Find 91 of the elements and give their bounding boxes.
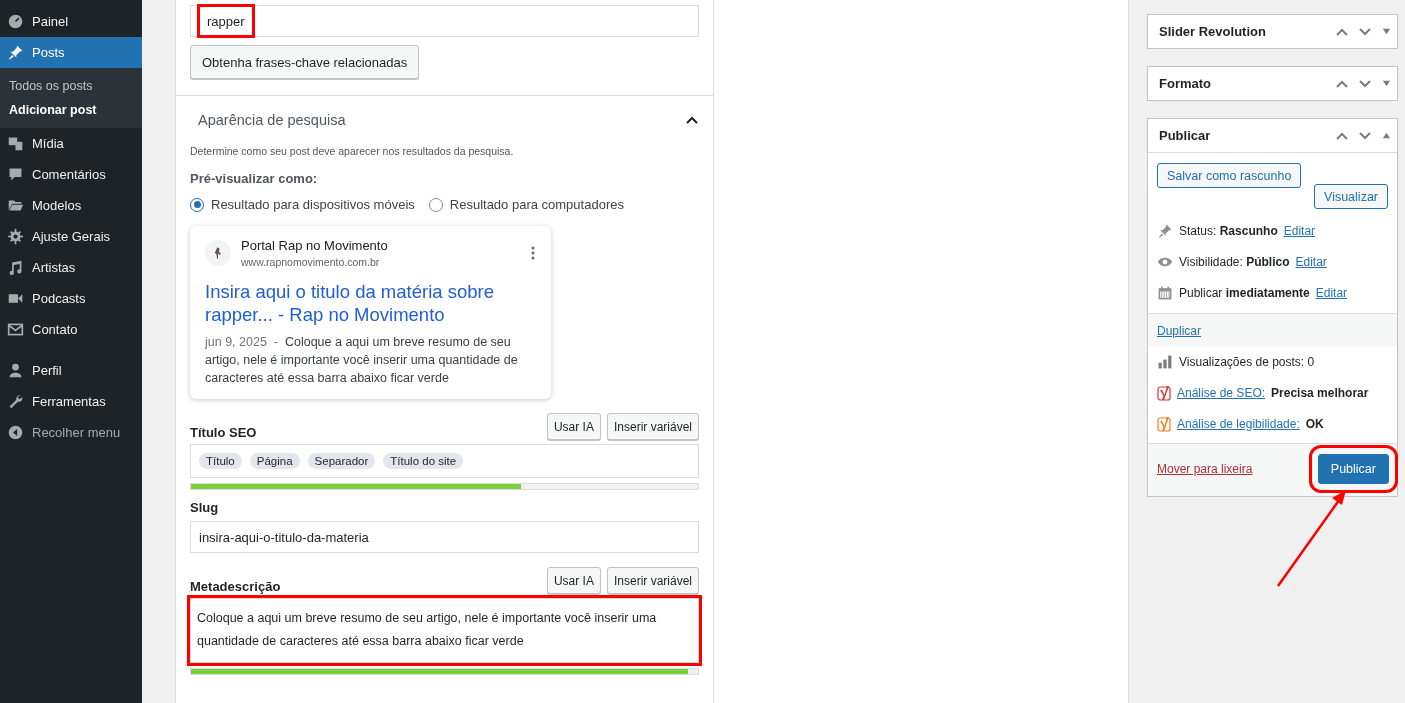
sidebar-menu-item[interactable]: Comentários (0, 159, 142, 190)
ai-button[interactable]: Usar IA (546, 413, 601, 440)
site-url: www.rapnomovimento.com.br (241, 256, 381, 268)
publish-meta-text: Visibilidade: Público (1179, 254, 1290, 269)
save-draft-button[interactable]: Salvar como rascunho (1157, 163, 1302, 188)
sidebar-menu-item[interactable]: Ajuste Gerais (0, 221, 142, 252)
menu-label: Artistas (32, 260, 76, 275)
bar-chart-icon (1157, 353, 1173, 370)
analysis-link[interactable]: Análise de legibilidade: (1177, 416, 1300, 431)
sidebar-menu-item[interactable]: Recolher menu (0, 417, 142, 448)
toggle-icon[interactable] (1382, 27, 1391, 36)
sidebar-menu-item[interactable]: Podcasts (0, 283, 142, 314)
result-title: Insira aqui o titulo da matéria sobre rapper... - Rap no Movimento (205, 280, 495, 326)
sidebar-menu-item[interactable]: Painel (0, 6, 142, 37)
ai-button[interactable]: Usar IA (546, 567, 601, 594)
menu-label: Ajuste Gerais (32, 229, 111, 244)
variable-tag[interactable]: Título (199, 453, 242, 469)
edit-link[interactable]: Editar (1295, 254, 1327, 269)
sidebar-menu-item[interactable]: Mídia (0, 128, 142, 159)
variable-tag[interactable]: Página (249, 453, 300, 469)
sidebar-menu-item[interactable]: Artistas (0, 252, 142, 283)
radio-option[interactable]: Resultado para computadores (428, 197, 624, 212)
field-label: Metadescrição (190, 579, 281, 594)
more-options-icon (531, 246, 535, 260)
wrench-icon (7, 393, 24, 410)
calendar-icon (1157, 284, 1173, 301)
radio-option[interactable]: Resultado para dispositivos móveis (190, 197, 415, 212)
meta-description-field[interactable]: Coloque a aqui um breve resumo de seu artigo, nele é importante você inserir uma quantidade de caracteres até essa barra abaixo ficar verde (190, 598, 699, 663)
score-icon (1157, 384, 1171, 401)
folder-icon (7, 197, 24, 214)
settings-icon (7, 228, 24, 245)
field-label: Slug (190, 500, 220, 515)
seo-title-field[interactable]: Título Página Separador Título do site (190, 444, 699, 478)
sidebar-menu-item[interactable]: Perfil (0, 355, 142, 386)
toggle-icon[interactable] (1382, 131, 1391, 140)
dashboard-icon (7, 13, 24, 30)
preview-button[interactable]: Visualizar (1314, 184, 1388, 209)
menu-label: Posts (32, 45, 65, 60)
keyphrase-field[interactable]: rapper (190, 5, 699, 37)
toggle-icon[interactable] (1382, 79, 1391, 88)
envelope-icon (7, 321, 24, 338)
slug-field[interactable]: insira-aqui-o-titulo-da-materia (190, 521, 699, 553)
section-title: Aparência de pesquisa (198, 112, 346, 128)
menu-label: Podcasts (32, 291, 86, 306)
panel-title: Slider Revolution (1159, 24, 1267, 39)
keyphrase-value: rapper (199, 6, 253, 36)
section-description: Determine como seu post deve aparecer nos resultados da pesquisa. (190, 145, 515, 157)
panel-title: Publicar (1159, 128, 1212, 143)
variable-tag[interactable]: Título do site (383, 453, 464, 469)
media-icon (7, 135, 24, 152)
submenu-item[interactable]: Todos os posts (0, 74, 142, 98)
edit-link[interactable]: Editar (1315, 285, 1348, 300)
menu-label: Ferramentas (32, 394, 106, 409)
score-icon (1157, 415, 1171, 432)
post-views-text: Visualizações de posts: 0 (1179, 354, 1315, 369)
panel-title: Formato (1159, 76, 1212, 91)
sidebar-menu-item[interactable]: Ferramentas (0, 386, 142, 417)
sidebar-menu-item[interactable]: Posts (0, 37, 142, 68)
analysis-link[interactable]: Análise de SEO: (1177, 385, 1266, 400)
collapse-icon (7, 424, 24, 441)
sidebar-menu-item[interactable]: Modelos (0, 190, 142, 221)
menu-label: Comentários (32, 167, 106, 182)
publish-meta-text: Status: Rascunho (1179, 223, 1278, 238)
preview-label: Pré-visualizar como: (190, 171, 319, 186)
pin-icon (1157, 222, 1173, 239)
pin-icon (7, 44, 24, 61)
insert-variable-button[interactable]: Inserir variável (606, 567, 699, 594)
person-icon (7, 362, 24, 379)
related-keyphrases-button[interactable]: Obtenha frases-chave relacionadas (190, 45, 420, 79)
speech-bubble-icon (7, 166, 24, 183)
menu-label: Painel (32, 14, 69, 29)
analysis-result: Precisa melhorar (1271, 385, 1369, 400)
submenu-item[interactable]: Adicionar post (0, 98, 142, 122)
menu-label: Modelos (32, 198, 82, 213)
sidebar-menu-item[interactable]: Contato (0, 314, 142, 345)
menu-label: Contato (32, 322, 78, 337)
result-snippet: jun 9, 2025 - Coloque a aqui um breve resumo de seu artigo, nele é importante você inserir uma quantidade de caracteres até essa barra abaixo ficar verde (205, 334, 519, 387)
insert-variable-button[interactable]: Inserir variável (606, 413, 699, 440)
duplicate-link[interactable]: Duplicar (1157, 324, 1201, 338)
publish-meta-text: Publicar imediatamente (1179, 285, 1310, 300)
menu-label: Recolher menu (32, 425, 121, 440)
site-favicon-icon (205, 240, 231, 266)
edit-link[interactable]: Editar (1283, 223, 1316, 238)
music-note-icon (7, 259, 24, 276)
variable-tag[interactable]: Separador (307, 453, 376, 469)
menu-label: Mídia (32, 136, 64, 151)
trash-link[interactable]: Mover para lixeira (1157, 462, 1253, 476)
menu-label: Perfil (32, 363, 62, 378)
site-name: Portal Rap no Movimento (241, 238, 388, 253)
field-label: Título SEO (190, 425, 257, 440)
analysis-result: OK (1305, 416, 1324, 431)
